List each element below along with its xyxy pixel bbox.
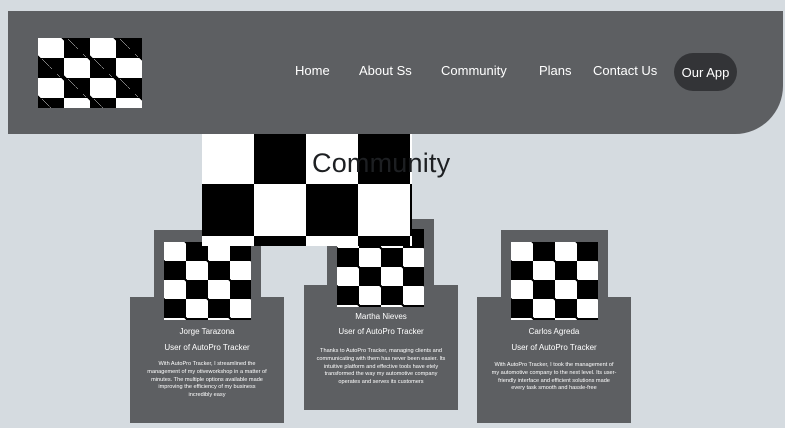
testimonial-name: Martha Nieves — [355, 312, 407, 321]
testimonial-name: Carlos Agreda — [528, 327, 580, 336]
page-title: Community — [312, 148, 451, 178]
testimonial-role: User of AutoPro Tracker — [164, 343, 250, 352]
nav-contact-link[interactable]: Contact Us — [593, 63, 657, 78]
testimonial-name: Jorge Tarazona — [179, 327, 235, 336]
testimonial-text: With AutoPro Tracker, I took the managem… — [491, 362, 617, 392]
nav-home-link[interactable]: Home — [295, 63, 330, 78]
testimonial-role: User of AutoPro Tracker — [338, 327, 424, 336]
avatar — [511, 242, 598, 320]
testimonial-text: Thanks to AutoPro Tracker, managing clie… — [316, 348, 446, 386]
nav-community-link[interactable]: Community — [441, 63, 507, 78]
nav-about-link[interactable]: About Ss — [359, 63, 412, 78]
nav-plans-link[interactable]: Plans — [539, 63, 572, 78]
testimonial-role: User of AutoPro Tracker — [511, 343, 597, 352]
site-header: Home About Ss Community Plans Contact Us… — [8, 11, 783, 134]
testimonial-text: With AutoPro Tracker, I streamlined the … — [147, 361, 267, 399]
logo[interactable] — [38, 38, 142, 108]
our-app-button[interactable]: Our App — [674, 53, 737, 91]
avatar — [164, 242, 251, 320]
